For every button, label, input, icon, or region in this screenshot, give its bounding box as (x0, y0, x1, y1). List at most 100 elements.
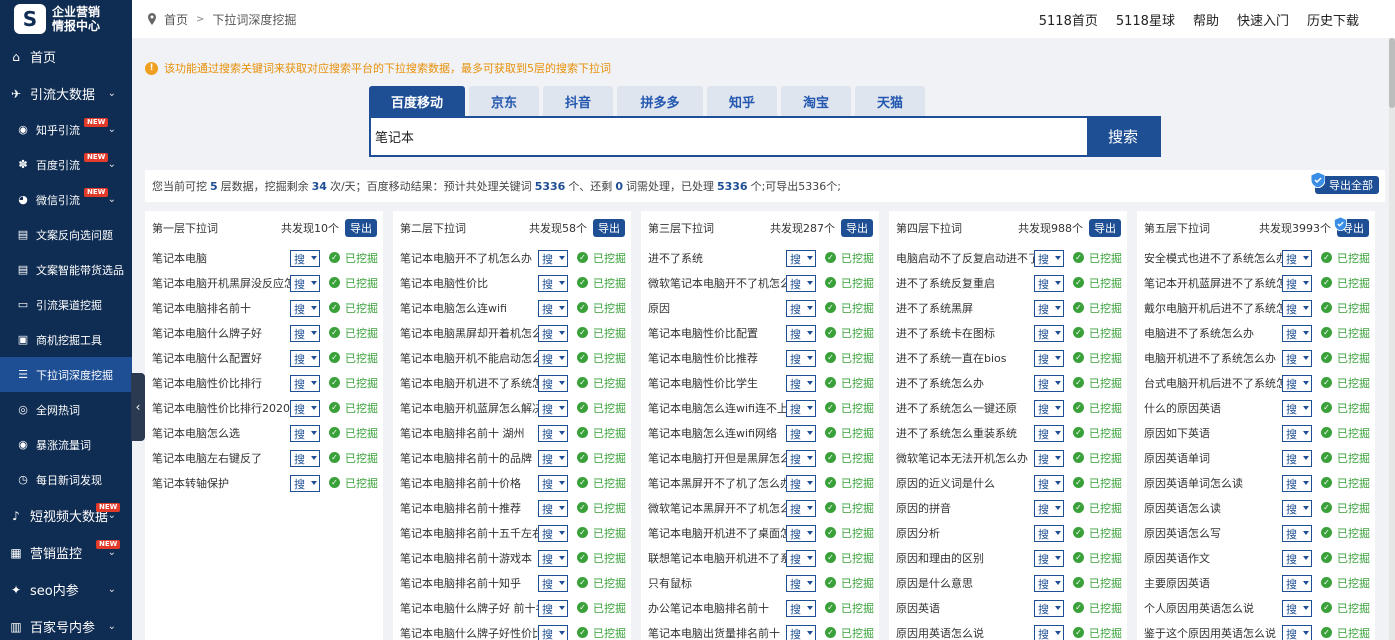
search-dropdown[interactable]: 搜 (290, 450, 320, 467)
search-dropdown[interactable]: 搜 (786, 475, 816, 492)
keyword-text[interactable]: 原因英语作文 (1144, 550, 1282, 566)
logo[interactable]: S 企业营销 情报中心 (0, 0, 132, 38)
keyword-text[interactable]: 原因英语怎么写 (1144, 525, 1282, 541)
search-dropdown[interactable]: 搜 (1034, 325, 1064, 342)
sidebar-item-14[interactable]: ▦ 营销监控 NEW ⌄ (0, 534, 132, 571)
keyword-text[interactable]: 笔记本电脑排名前十知乎 (400, 575, 538, 591)
keyword-text[interactable]: 笔记本电脑排名前十游戏本 (400, 550, 538, 566)
keyword-text[interactable]: 笔记本电脑性价比 (400, 275, 538, 291)
keyword-text[interactable]: 只有鼠标 (648, 575, 786, 591)
keyword-text[interactable]: 鉴于这个原因用英语怎么说 (1144, 625, 1282, 640)
keyword-text[interactable]: 微软笔记本无法开机怎么办 (896, 450, 1034, 466)
keyword-text[interactable]: 笔记本电脑黑屏却开着机怎么办 (400, 325, 538, 341)
search-dropdown[interactable]: 搜 (290, 350, 320, 367)
keyword-text[interactable]: 笔记本电脑排名前十价格 (400, 475, 538, 491)
search-dropdown[interactable]: 搜 (538, 525, 568, 542)
search-dropdown[interactable]: 搜 (290, 375, 320, 392)
sidebar-item-6[interactable]: ▤ 文案智能带货选品 (0, 252, 132, 287)
tab-douyin[interactable]: 抖音 (543, 86, 613, 116)
search-dropdown[interactable]: 搜 (1034, 400, 1064, 417)
search-dropdown[interactable]: 搜 (538, 550, 568, 567)
keyword-text[interactable]: 笔记本电脑排名前十 (152, 300, 290, 316)
search-dropdown[interactable]: 搜 (538, 625, 568, 640)
search-dropdown[interactable]: 搜 (1282, 375, 1312, 392)
search-dropdown[interactable]: 搜 (1282, 350, 1312, 367)
keyword-text[interactable]: 笔记本电脑开机不能启动怎么办 (400, 350, 538, 366)
search-dropdown[interactable]: 搜 (786, 400, 816, 417)
search-dropdown[interactable]: 搜 (1034, 600, 1064, 617)
keyword-text[interactable]: 进不了系统怎么办 (896, 375, 1034, 391)
keyword-text[interactable]: 笔记本电脑怎么选 (152, 425, 290, 441)
export-button[interactable]: 导出 (841, 219, 873, 237)
search-dropdown[interactable]: 搜 (290, 325, 320, 342)
search-dropdown[interactable]: 搜 (290, 400, 320, 417)
sidebar-item-3[interactable]: ✽ 百度引流 NEW ⌄ (0, 147, 132, 182)
search-dropdown[interactable]: 搜 (786, 600, 816, 617)
search-dropdown[interactable]: 搜 (1282, 450, 1312, 467)
tab-tmall[interactable]: 天猫 (855, 86, 925, 116)
search-dropdown[interactable]: 搜 (538, 350, 568, 367)
keyword-text[interactable]: 进不了系统一直在bios (896, 350, 1034, 366)
keyword-text[interactable]: 原因分析 (896, 525, 1034, 541)
search-dropdown[interactable]: 搜 (290, 425, 320, 442)
search-dropdown[interactable]: 搜 (1034, 575, 1064, 592)
keyword-text[interactable]: 笔记本电脑开机进不了系统怎么办 (400, 375, 538, 391)
tab-jd[interactable]: 京东 (469, 86, 539, 116)
search-dropdown[interactable]: 搜 (786, 625, 816, 640)
keyword-text[interactable]: 戴尔电脑开机后进不了系统怎么办 (1144, 300, 1282, 316)
tab-pinduoduo[interactable]: 拼多多 (617, 86, 703, 116)
keyword-text[interactable]: 原因英语单词 (1144, 450, 1282, 466)
search-dropdown[interactable]: 搜 (290, 275, 320, 292)
keyword-text[interactable]: 原因的近义词是什么 (896, 475, 1034, 491)
search-dropdown[interactable]: 搜 (538, 500, 568, 517)
keyword-text[interactable]: 笔记本电脑排名前十推荐 (400, 500, 538, 516)
search-dropdown[interactable]: 搜 (1282, 525, 1312, 542)
search-dropdown[interactable]: 搜 (1034, 550, 1064, 567)
search-input[interactable] (371, 118, 1087, 155)
keyword-text[interactable]: 联想笔记本电脑开机进不了系统 (648, 550, 786, 566)
search-dropdown[interactable]: 搜 (786, 550, 816, 567)
keyword-text[interactable]: 笔记本电脑排名前十 湖州 (400, 425, 538, 441)
search-dropdown[interactable]: 搜 (786, 300, 816, 317)
search-dropdown[interactable]: 搜 (786, 500, 816, 517)
keyword-text[interactable]: 笔记本开机蓝屏进不了系统怎么办 (1144, 275, 1282, 291)
search-dropdown[interactable]: 搜 (538, 425, 568, 442)
sidebar-item-5[interactable]: ▤ 文案反向选问题 (0, 217, 132, 252)
keyword-text[interactable]: 笔记本电脑性价比推荐 (648, 350, 786, 366)
keyword-text[interactable]: 原因的拼音 (896, 500, 1034, 516)
keyword-text[interactable]: 笔记本电脑怎么连wifi连不上 (648, 400, 786, 416)
search-dropdown[interactable]: 搜 (538, 400, 568, 417)
keyword-text[interactable]: 电脑开机进不了系统怎么办 (1144, 350, 1282, 366)
sidebar-item-11[interactable]: ◉ 暴涨流量词 (0, 427, 132, 462)
keyword-text[interactable]: 原因英语 (896, 600, 1034, 616)
keyword-text[interactable]: 笔记本电脑开不了机怎么办 (400, 250, 538, 266)
search-dropdown[interactable]: 搜 (786, 450, 816, 467)
keyword-text[interactable]: 笔记本电脑开机进不了桌面怎么办 (648, 525, 786, 541)
search-dropdown[interactable]: 搜 (538, 600, 568, 617)
keyword-text[interactable]: 笔记本电脑出货量排名前十 (648, 625, 786, 640)
search-dropdown[interactable]: 搜 (538, 450, 568, 467)
search-dropdown[interactable]: 搜 (1282, 275, 1312, 292)
search-dropdown[interactable]: 搜 (786, 325, 816, 342)
sidebar-item-12[interactable]: ◷ 每日新词发现 (0, 462, 132, 497)
keyword-text[interactable]: 办公笔记本电脑排名前十 (648, 600, 786, 616)
keyword-text[interactable]: 安全模式也进不了系统怎么办 (1144, 250, 1282, 266)
keyword-text[interactable]: 原因 (648, 300, 786, 316)
scrollbar-thumb[interactable] (1389, 38, 1395, 108)
keyword-text[interactable]: 笔记本黑屏开不了机了怎么办 (648, 475, 786, 491)
sidebar-item-16[interactable]: ▥ 百家号内参 ⌄ (0, 608, 132, 640)
keyword-text[interactable]: 笔记本电脑怎么连wifi网络 (648, 425, 786, 441)
export-button[interactable]: 导出 (345, 219, 377, 237)
search-dropdown[interactable]: 搜 (1034, 425, 1064, 442)
sidebar-item-13[interactable]: ♪ 短视频大数据 NEW ⌄ (0, 497, 132, 534)
keyword-text[interactable]: 笔记本电脑排名前十五千左右 (400, 525, 538, 541)
keyword-text[interactable]: 台式电脑开机后进不了系统怎么办 (1144, 375, 1282, 391)
keyword-text[interactable]: 笔记本电脑 (152, 250, 290, 266)
search-dropdown[interactable]: 搜 (538, 250, 568, 267)
nav-5118-home[interactable]: 5118首页 (1039, 10, 1098, 29)
search-dropdown[interactable]: 搜 (290, 250, 320, 267)
search-dropdown[interactable]: 搜 (1034, 250, 1064, 267)
keyword-text[interactable]: 笔记本电脑性价比排行2020 (152, 400, 290, 416)
search-dropdown[interactable]: 搜 (786, 575, 816, 592)
keyword-text[interactable]: 笔记本电脑什么牌子好 (152, 325, 290, 341)
